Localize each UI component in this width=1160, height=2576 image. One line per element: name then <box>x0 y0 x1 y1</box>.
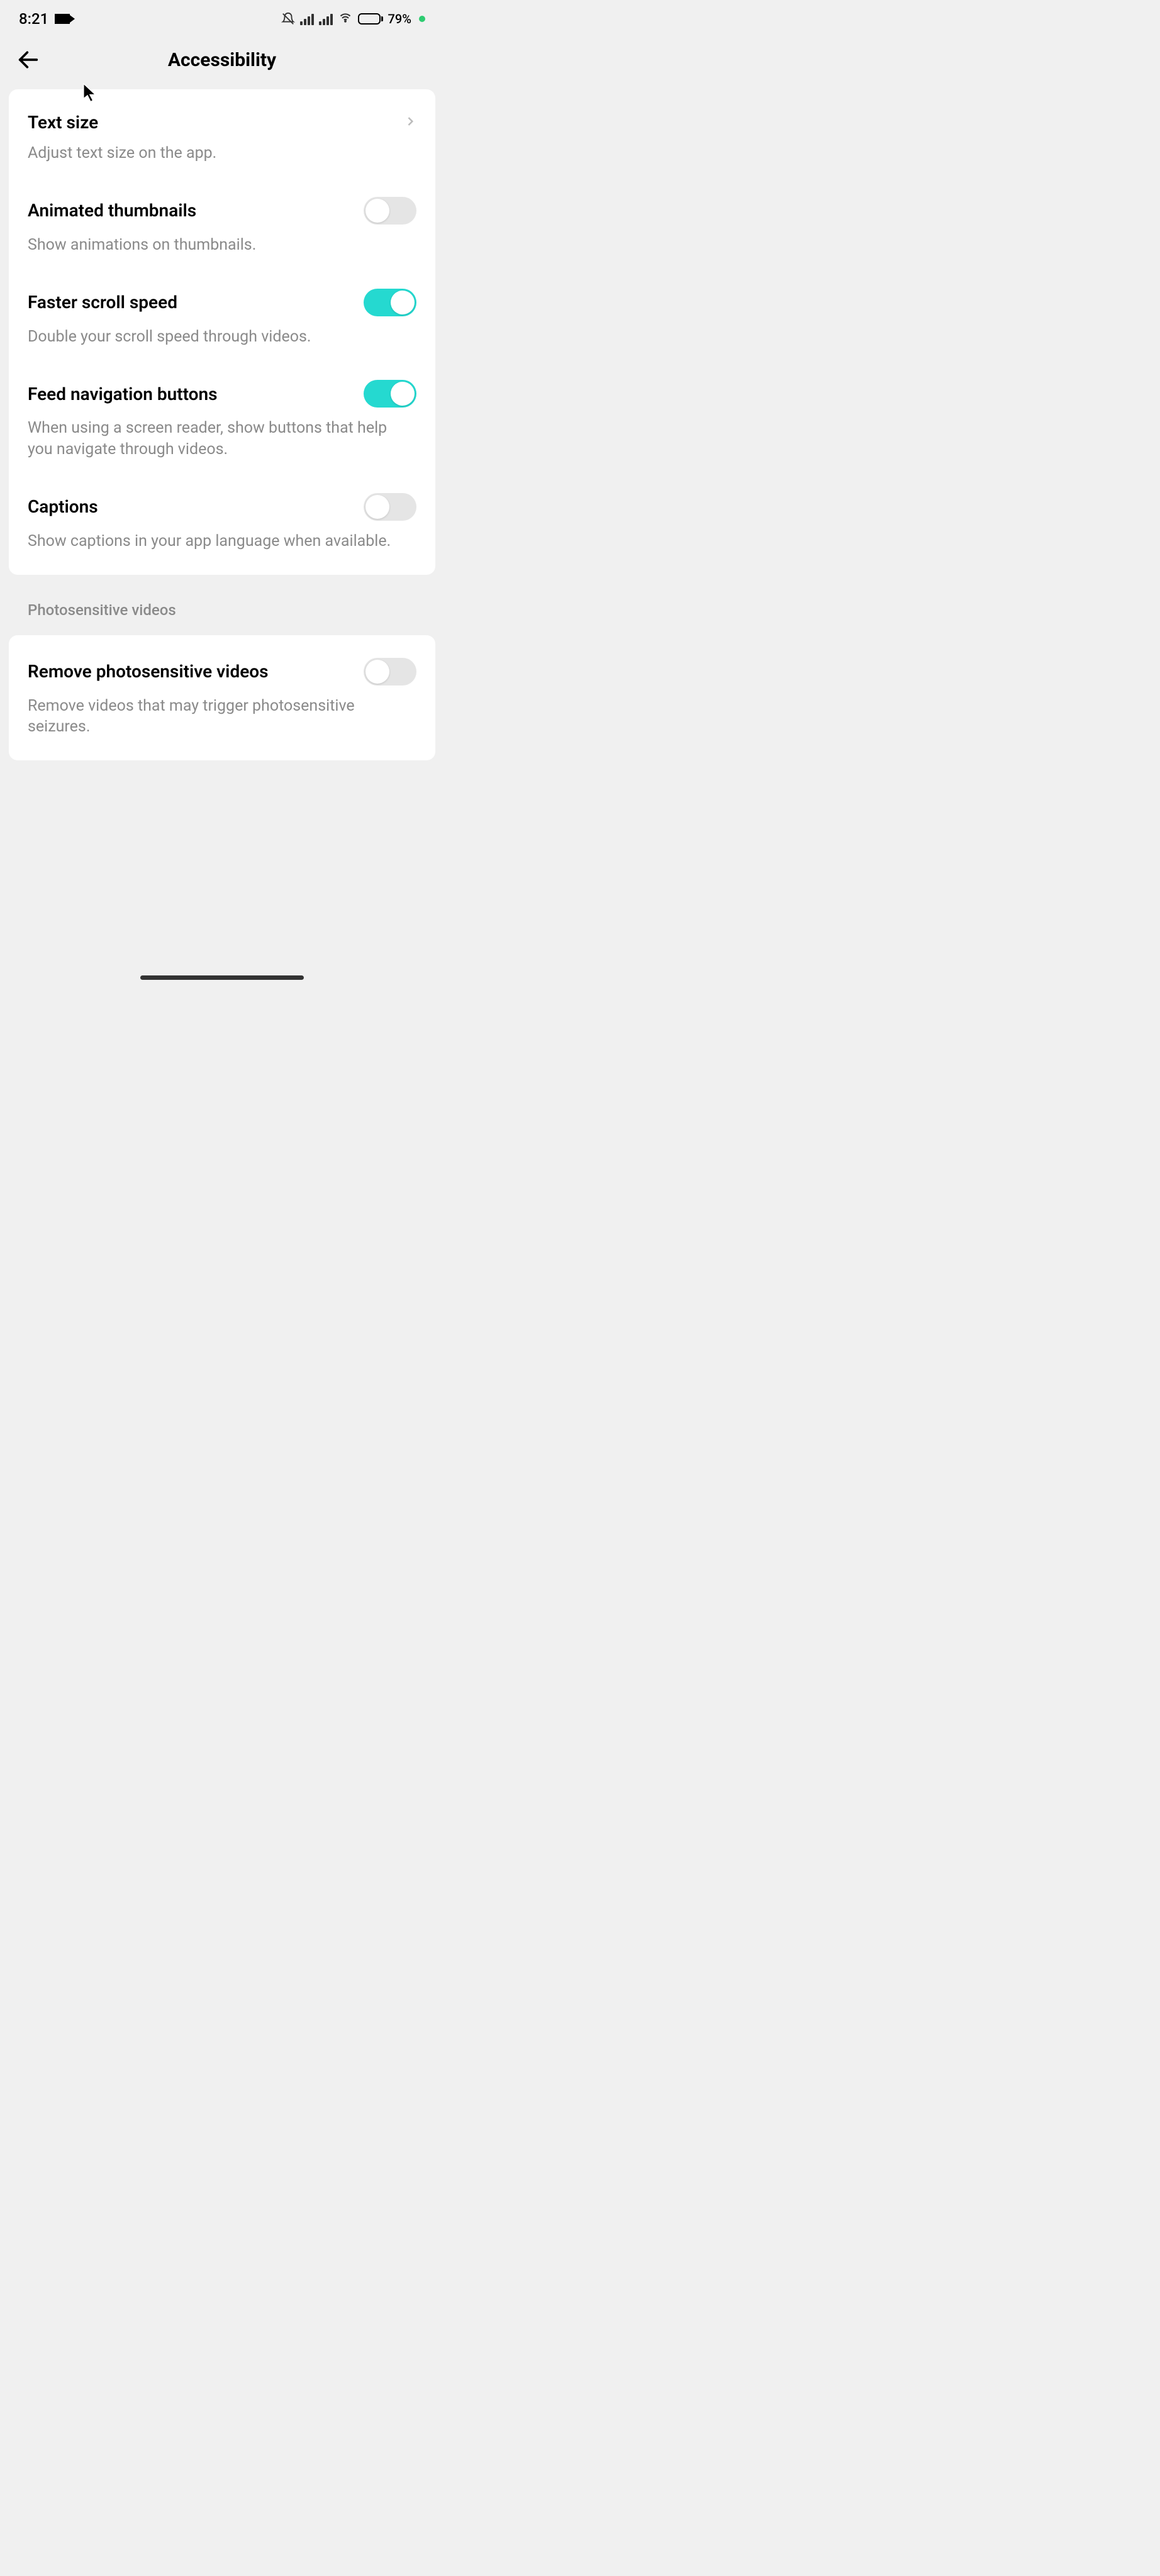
battery-icon <box>358 13 383 25</box>
setting-text-size[interactable]: Text size Adjust text size on the app. <box>9 96 435 180</box>
setting-desc: Adjust text size on the app. <box>28 143 416 164</box>
setting-title: Text size <box>28 112 98 133</box>
status-time: 8:21 <box>19 10 48 28</box>
setting-feed-nav-buttons: Feed navigation buttons When using a scr… <box>9 364 435 477</box>
toggle-animated-thumbnails[interactable] <box>364 197 416 225</box>
setting-faster-scroll: Faster scroll speed Double your scroll s… <box>9 272 435 364</box>
toggle-feed-nav[interactable] <box>364 380 416 408</box>
mute-icon <box>281 12 295 26</box>
signal-icon-2 <box>319 13 333 25</box>
chevron-right-icon <box>404 115 416 130</box>
battery-percent: 79% <box>388 11 411 26</box>
setting-desc: Show animations on thumbnails. <box>28 235 416 256</box>
setting-title: Remove photosensitive videos <box>28 661 269 682</box>
setting-desc: Remove videos that may trigger photosens… <box>28 696 416 738</box>
video-recording-icon <box>55 14 70 24</box>
setting-desc: Show captions in your app language when … <box>28 531 416 552</box>
signal-icon <box>300 13 314 25</box>
toggle-faster-scroll[interactable] <box>364 289 416 316</box>
setting-title: Animated thumbnails <box>28 200 196 221</box>
setting-title: Captions <box>28 496 98 517</box>
status-left: 8:21 <box>19 10 70 28</box>
back-button[interactable] <box>13 44 44 75</box>
setting-remove-photosensitive: Remove photosensitive videos Remove vide… <box>9 641 435 755</box>
setting-desc: When using a screen reader, show buttons… <box>28 418 416 460</box>
setting-captions: Captions Show captions in your app langu… <box>9 477 435 569</box>
setting-title: Feed navigation buttons <box>28 384 218 404</box>
toggle-remove-photosensitive[interactable] <box>364 658 416 686</box>
settings-card-2: Remove photosensitive videos Remove vide… <box>9 635 435 761</box>
setting-desc: Double your scroll speed through videos. <box>28 326 416 348</box>
setting-title: Faster scroll speed <box>28 292 177 313</box>
back-arrow-icon <box>16 47 41 72</box>
settings-card-1: Text size Adjust text size on the app. A… <box>9 89 435 575</box>
status-bar: 8:21 <box>0 0 444 38</box>
setting-animated-thumbnails: Animated thumbnails Show animations on t… <box>9 180 435 272</box>
mouse-cursor-icon <box>82 83 99 106</box>
phone-screen: 8:21 <box>0 0 444 987</box>
wifi-icon <box>338 10 353 28</box>
section-header-photosensitive: Photosensitive videos <box>0 582 444 628</box>
page-title: Accessibility <box>168 49 276 71</box>
page-header: Accessibility <box>0 38 444 82</box>
status-right: 79% <box>281 10 425 28</box>
home-indicator[interactable] <box>140 975 304 980</box>
toggle-captions[interactable] <box>364 493 416 521</box>
recording-indicator-icon <box>419 16 425 22</box>
